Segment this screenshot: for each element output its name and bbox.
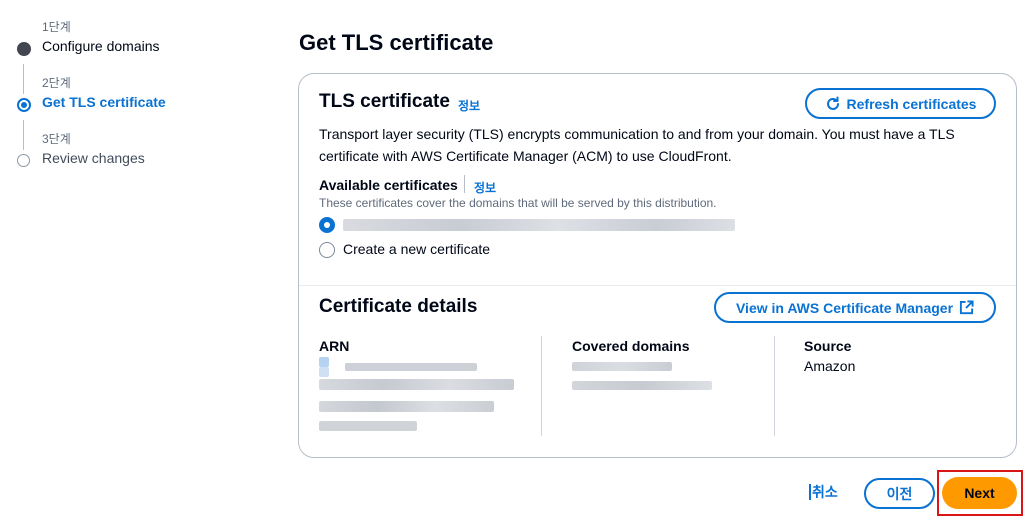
step-number: 2단계 — [42, 76, 71, 90]
refresh-icon — [826, 96, 839, 110]
certificate-radio-new[interactable] — [319, 242, 335, 258]
step-pending-icon — [17, 154, 30, 167]
step-number: 1단계 — [42, 20, 71, 34]
available-certificates-description: These certificates cover the domains tha… — [319, 196, 717, 210]
wizard-steps: 1단계 Configure domains 2단계 Get TLS certif… — [14, 18, 254, 186]
step-label: Review changes — [42, 150, 145, 166]
step-complete-icon — [17, 42, 31, 56]
step-number: 3단계 — [42, 132, 71, 146]
view-in-acm-button[interactable]: View in AWS Certificate Manager — [714, 292, 996, 323]
cancel-button[interactable]: 취소 — [809, 484, 838, 500]
previous-button[interactable]: 이전 — [864, 478, 935, 509]
refresh-certificates-button[interactable]: Refresh certificates — [805, 88, 996, 119]
redacted-certificate-name[interactable] — [343, 219, 735, 231]
available-certificates-info-link[interactable]: 정보 — [474, 179, 496, 196]
external-link-icon — [959, 300, 974, 315]
arn-label: ARN — [319, 338, 350, 354]
step-get-tls-certificate: 2단계 Get TLS certificate — [14, 74, 254, 130]
step-label: Get TLS certificate — [42, 94, 166, 110]
column-divider — [541, 336, 542, 436]
label-divider — [464, 175, 465, 193]
step-review-changes: 3단계 Review changes — [14, 130, 254, 186]
next-button-highlight — [937, 470, 1023, 516]
tls-description: Transport layer security (TLS) encrypts … — [319, 126, 955, 164]
tls-certificate-container: TLS certificate 정보 Refresh certificates … — [298, 73, 1017, 458]
refresh-certificates-label: Refresh certificates — [846, 95, 977, 112]
tls-section-title: TLS certificate — [319, 91, 450, 112]
certificate-radio-existing[interactable] — [319, 217, 335, 233]
column-divider — [774, 336, 775, 436]
section-divider — [299, 285, 1016, 286]
tls-info-link[interactable]: 정보 — [458, 97, 480, 114]
view-in-acm-label: View in AWS Certificate Manager — [735, 299, 954, 316]
source-value: Amazon — [804, 358, 856, 374]
step-label[interactable]: Configure domains — [42, 38, 160, 54]
certificate-details-title: Certificate details — [319, 296, 478, 317]
step-configure-domains[interactable]: 1단계 Configure domains — [14, 18, 254, 74]
source-label: Source — [804, 338, 852, 354]
previous-button-label: 이전 — [886, 485, 913, 502]
step-current-icon — [17, 98, 31, 112]
create-new-certificate-label[interactable]: Create a new certificate — [343, 241, 490, 257]
page-title: Get TLS certificate — [299, 30, 494, 55]
covered-domains-label: Covered domains — [572, 338, 690, 354]
available-certificates-label: Available certificates — [319, 177, 458, 193]
